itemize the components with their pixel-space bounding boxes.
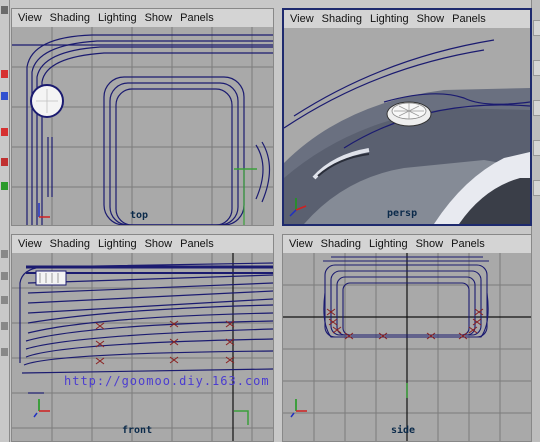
strip-tab[interactable] bbox=[533, 140, 540, 156]
menu-shading[interactable]: Shading bbox=[50, 12, 90, 24]
viewport-menubar: View Shading Lighting Show Panels bbox=[284, 10, 530, 28]
select-tool-icon[interactable] bbox=[1, 6, 8, 14]
layout-four-icon[interactable] bbox=[1, 272, 8, 280]
menu-shading[interactable]: Shading bbox=[50, 238, 90, 250]
menu-panels[interactable]: Panels bbox=[451, 238, 485, 250]
menu-shading[interactable]: Shading bbox=[322, 13, 362, 25]
viewport-persp[interactable]: View Shading Lighting Show Panels persp bbox=[282, 8, 532, 226]
menu-panels[interactable]: Panels bbox=[180, 238, 214, 250]
strip-tab[interactable] bbox=[533, 100, 540, 116]
menu-lighting[interactable]: Lighting bbox=[98, 238, 137, 250]
strip-tab[interactable] bbox=[533, 20, 540, 36]
watermark-url: http://goomoo.diy.163.com bbox=[64, 374, 270, 388]
menu-view[interactable]: View bbox=[18, 12, 42, 24]
menu-show[interactable]: Show bbox=[145, 238, 173, 250]
menu-show[interactable]: Show bbox=[417, 13, 445, 25]
layout-two-icon[interactable] bbox=[1, 296, 8, 304]
persp-view-canvas[interactable]: persp bbox=[284, 28, 530, 224]
camera-label: top bbox=[130, 210, 149, 221]
channel-box-strip bbox=[531, 0, 540, 442]
move-tool-icon[interactable] bbox=[1, 70, 8, 78]
axis-indicator-icon bbox=[290, 399, 307, 418]
top-wireframe bbox=[12, 27, 273, 225]
top-view-canvas[interactable]: top bbox=[12, 27, 273, 225]
viewport-front[interactable]: View Shading Lighting Show Panels http:/… bbox=[11, 234, 274, 442]
menu-lighting[interactable]: Lighting bbox=[369, 238, 408, 250]
strip-tab[interactable] bbox=[533, 60, 540, 76]
menu-show[interactable]: Show bbox=[145, 12, 173, 24]
side-wireframe bbox=[283, 253, 531, 441]
menu-show[interactable]: Show bbox=[416, 238, 444, 250]
menu-view[interactable]: View bbox=[289, 238, 313, 250]
layout-single-icon[interactable] bbox=[1, 250, 8, 258]
viewport-menubar: View Shading Lighting Show Panels bbox=[12, 235, 273, 253]
front-view-canvas[interactable]: http://goomoo.diy.163.com front bbox=[12, 253, 273, 441]
soft-mod-tool-icon[interactable] bbox=[1, 182, 8, 190]
camera-label: front bbox=[122, 425, 153, 436]
front-wireframe bbox=[12, 253, 273, 441]
menu-lighting[interactable]: Lighting bbox=[370, 13, 409, 25]
menu-view[interactable]: View bbox=[290, 13, 314, 25]
camera-label: side bbox=[391, 425, 416, 436]
menu-panels[interactable]: Panels bbox=[180, 12, 214, 24]
menu-view[interactable]: View bbox=[18, 238, 42, 250]
layout-outliner-icon[interactable] bbox=[1, 322, 8, 330]
menu-lighting[interactable]: Lighting bbox=[98, 12, 137, 24]
side-view-canvas[interactable]: side bbox=[283, 253, 531, 441]
viewport-menubar: View Shading Lighting Show Panels bbox=[283, 235, 531, 253]
viewport-top[interactable]: View Shading Lighting Show Panels top bbox=[11, 8, 274, 226]
manipulator-tool-icon[interactable] bbox=[1, 158, 8, 166]
layout-graph-icon[interactable] bbox=[1, 348, 8, 356]
viewport-side[interactable]: View Shading Lighting Show Panels side bbox=[282, 234, 532, 442]
menu-panels[interactable]: Panels bbox=[452, 13, 486, 25]
persp-shaded-model bbox=[284, 28, 530, 224]
scale-tool-icon[interactable] bbox=[1, 128, 8, 136]
rotate-tool-icon[interactable] bbox=[1, 92, 8, 100]
strip-tab[interactable] bbox=[533, 180, 540, 196]
axis-indicator-icon bbox=[38, 203, 50, 218]
axis-indicator-icon bbox=[33, 399, 50, 418]
camera-label: persp bbox=[387, 208, 418, 219]
menu-shading[interactable]: Shading bbox=[321, 238, 361, 250]
left-toolbox bbox=[0, 0, 10, 442]
viewport-menubar: View Shading Lighting Show Panels bbox=[12, 9, 273, 27]
